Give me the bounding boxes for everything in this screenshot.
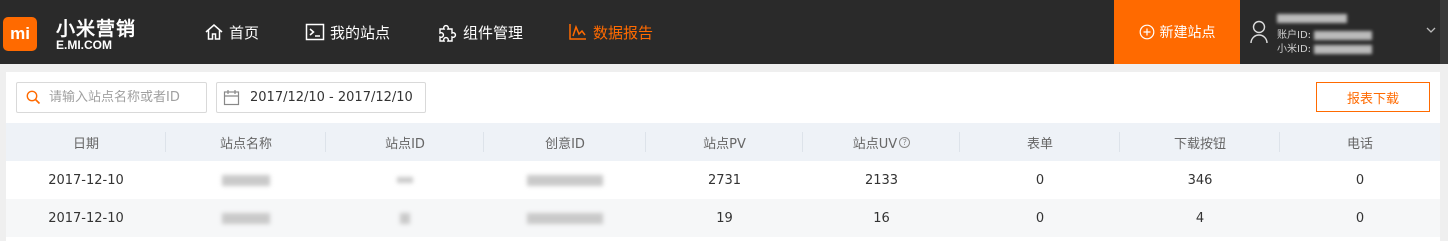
calendar-icon (223, 90, 240, 106)
col-site-id[interactable]: 站点ID (326, 123, 484, 161)
cell-site-name-redacted (166, 161, 326, 199)
nav-label: 数据报告 (593, 23, 654, 42)
download-report-button[interactable]: 报表下载 (1316, 82, 1430, 112)
terminal-icon (305, 23, 325, 41)
table-row: 2017-12-10 19 16 0 4 0 (6, 199, 1440, 237)
brand-name: 小米营销 (56, 18, 137, 40)
help-icon[interactable]: ? (899, 136, 911, 148)
date-range-value: 2017/12/10 - 2017/12/10 (250, 90, 413, 105)
nav-label: 首页 (229, 23, 260, 42)
cell-site-id-redacted (326, 161, 484, 199)
cell-creative-id-redacted (484, 199, 646, 237)
nav-item-my-sites[interactable]: 我的站点 (305, 0, 390, 64)
brand-domain: E.MI.COM (56, 38, 112, 52)
table-header: 日期 站点名称 站点ID 创意ID 站点PV 站点UV? 表单 下载按钮 电话 (6, 123, 1440, 161)
cell-pv: 19 (716, 210, 733, 226)
cell-uv: 2133 (864, 172, 899, 188)
search-input[interactable] (49, 90, 199, 105)
account-id-line: 账户ID: (1277, 26, 1373, 41)
cell-download: 346 (1187, 172, 1213, 188)
account-id-redacted (1277, 13, 1347, 24)
account-menu[interactable]: 账户ID: 小米ID: (1240, 0, 1440, 64)
col-date[interactable]: 日期 (6, 123, 166, 161)
chevron-down-icon (1426, 27, 1436, 33)
nav-label: 我的站点 (330, 23, 391, 42)
col-site-uv[interactable]: 站点UV? (803, 123, 960, 161)
cell-date: 2017-12-10 (48, 172, 124, 188)
nav-item-components[interactable]: 组件管理 (437, 0, 523, 64)
search-icon (26, 90, 41, 105)
new-site-label: 新建站点 (1159, 25, 1216, 41)
col-phone[interactable]: 电话 (1280, 123, 1440, 161)
cell-phone: 0 (1355, 210, 1365, 226)
col-download-button[interactable]: 下载按钮 (1120, 123, 1280, 161)
chart-icon (569, 24, 586, 40)
mi-id-line: 小米ID: (1277, 40, 1373, 55)
col-site-name[interactable]: 站点名称 (166, 123, 326, 161)
cell-form: 0 (1035, 210, 1045, 226)
date-range-picker[interactable]: 2017/12/10 - 2017/12/10 (216, 82, 426, 113)
top-navigation-bar: mi 小米营销 E.MI.COM 首页 我的站点 组件管理 数据报告 新建站点 … (0, 0, 1448, 64)
user-icon (1250, 20, 1268, 44)
cell-download: 4 (1195, 210, 1205, 226)
cell-site-name-redacted (166, 199, 326, 237)
col-creative-id[interactable]: 创意ID (484, 123, 646, 161)
col-site-pv[interactable]: 站点PV (646, 123, 803, 161)
plus-circle-icon (1139, 24, 1154, 40)
nav-item-home[interactable]: 首页 (204, 0, 259, 64)
cell-form: 0 (1035, 172, 1045, 188)
nav-label: 组件管理 (463, 23, 524, 42)
table-row: 2017-12-10 2731 2133 0 346 0 (6, 161, 1440, 199)
mi-logo[interactable]: mi (3, 17, 37, 51)
cell-pv: 2731 (707, 172, 742, 188)
new-site-button[interactable]: 新建站点 (1114, 0, 1240, 64)
report-panel: 2017/12/10 - 2017/12/10 报表下载 日期 站点名称 站点I… (6, 72, 1440, 241)
col-form[interactable]: 表单 (960, 123, 1120, 161)
site-search[interactable] (16, 82, 207, 113)
cell-phone: 0 (1355, 172, 1365, 188)
cell-date: 2017-12-10 (48, 210, 124, 226)
cell-site-id-redacted (326, 199, 484, 237)
nav-item-data-report[interactable]: 数据报告 (568, 0, 653, 64)
home-icon (205, 24, 223, 40)
window-edge (1440, 0, 1448, 64)
puzzle-icon (439, 24, 457, 42)
cell-uv: 16 (873, 210, 890, 226)
cell-creative-id-redacted (484, 161, 646, 199)
